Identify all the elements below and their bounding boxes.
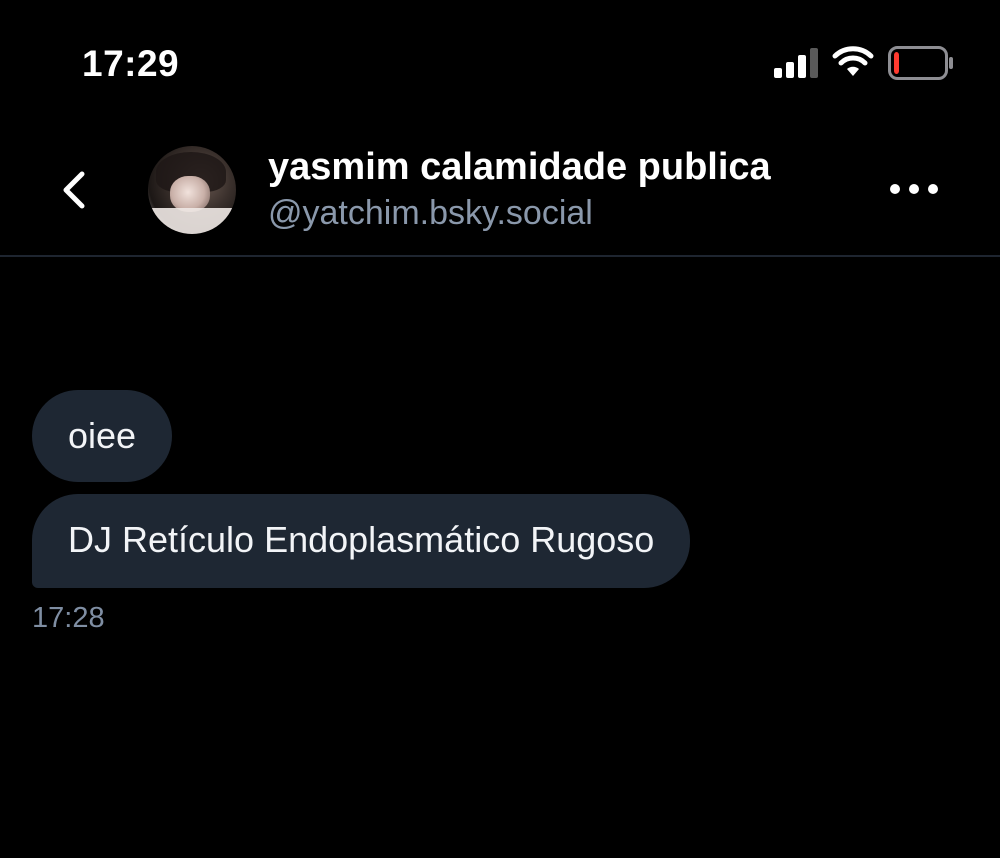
contact-display-name[interactable]: yasmim calamidade publica [268,144,771,190]
more-options-button[interactable] [886,172,942,206]
status-bar: 17:29 [0,0,1000,110]
status-time: 17:29 [82,43,180,84]
message-timestamp: 17:28 [32,602,105,634]
message-bubble[interactable]: DJ Retículo Endoplasmático Rugoso [32,494,691,588]
chevron-left-icon [63,171,85,209]
ellipsis-icon [890,184,938,194]
avatar[interactable] [148,146,236,234]
battery-icon [888,46,953,80]
message-bubble[interactable]: oiee [32,390,173,482]
back-button[interactable] [52,166,96,214]
signal-icon [774,48,818,78]
wifi-icon [832,46,874,76]
contact-handle[interactable]: @yatchim.bsky.social [268,192,593,234]
conversation-header: yasmim calamidade publica @yatchim.bsky.… [0,130,1000,257]
